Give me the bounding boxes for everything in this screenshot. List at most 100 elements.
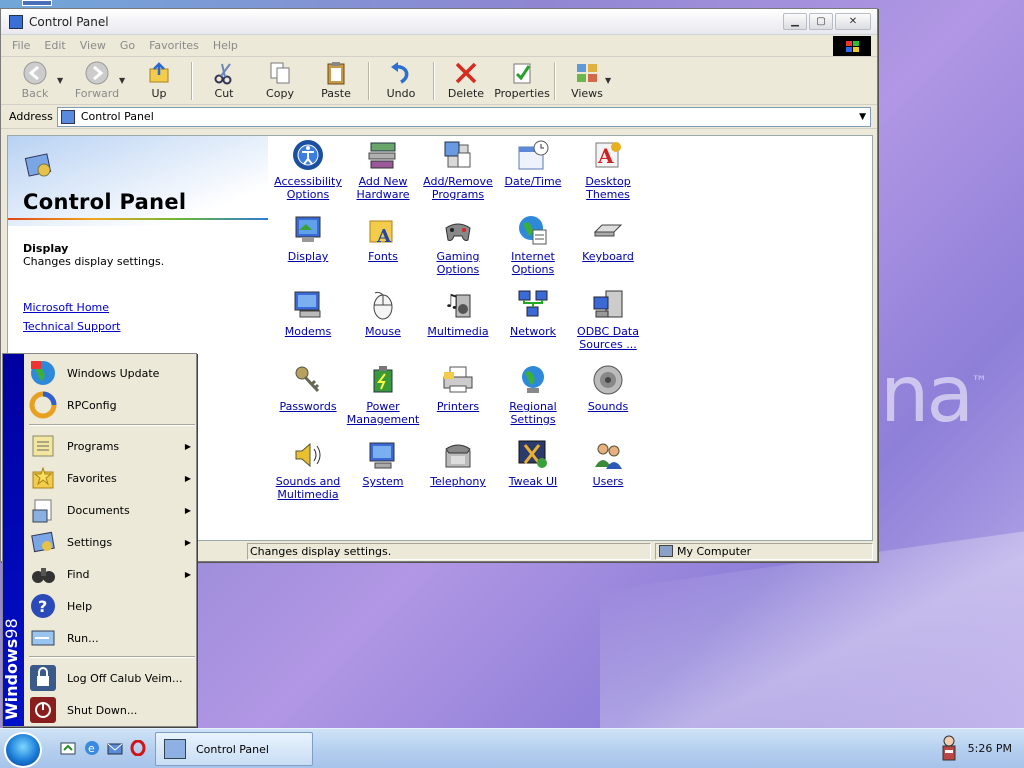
control-panel-item[interactable]: Add/Remove Programs (420, 138, 496, 201)
tray-app-icon[interactable] (938, 733, 960, 765)
svg-text:e: e (88, 742, 95, 755)
submenu-arrow-icon: ▶ (184, 569, 191, 579)
control-panel-item[interactable]: Display (270, 213, 346, 263)
up-button[interactable]: Up (131, 59, 187, 103)
start-menu-item[interactable]: Favorites ▶ (25, 463, 195, 493)
svg-text:?: ? (38, 597, 47, 616)
control-panel-item[interactable]: Internet Options (495, 213, 571, 276)
copy-button[interactable]: Copy (252, 59, 308, 103)
submenu-arrow-icon: ▶ (184, 505, 191, 515)
control-panel-item[interactable]: Modems (270, 288, 346, 338)
control-panel-item[interactable]: Sounds (570, 363, 646, 413)
control-panel-item[interactable]: Regional Settings (495, 363, 571, 426)
start-menu-item[interactable]: Programs ▶ (25, 431, 195, 461)
modem-icon (291, 288, 325, 322)
desktop-icon[interactable] (22, 0, 52, 6)
start-menu-item[interactable]: Windows Update (25, 358, 195, 388)
start-menu-item[interactable]: RPConfig (25, 390, 195, 420)
control-panel-item[interactable]: Power Management (345, 363, 421, 426)
start-menu-item[interactable]: Shut Down... (25, 695, 195, 725)
forward-dropdown-icon[interactable]: ▼ (119, 76, 129, 85)
address-input[interactable]: Control Panel ▼ (56, 106, 871, 127)
control-panel-item[interactable]: Mouse (345, 288, 421, 338)
taskbar-control-panel-button[interactable]: Control Panel (155, 732, 313, 766)
control-panel-item-label: Modems (284, 325, 332, 338)
opera-icon[interactable] (130, 739, 146, 757)
selected-item-description: Changes display settings. (23, 255, 165, 268)
control-panel-item-label: Date/Time (504, 175, 562, 188)
control-panel-item[interactable]: Accessibility Options (270, 138, 346, 201)
forward-button[interactable]: Forward (69, 59, 125, 103)
control-panel-item-label: Telephony (430, 475, 486, 488)
minimize-button[interactable]: ▁ (783, 13, 807, 30)
control-panel-item[interactable]: Users (570, 438, 646, 488)
delete-button[interactable]: Delete (438, 59, 494, 103)
start-button[interactable] (4, 732, 42, 768)
back-dropdown-icon[interactable]: ▼ (57, 76, 67, 85)
settings-icon (28, 528, 58, 556)
close-button[interactable]: ✕ (835, 13, 871, 30)
control-panel-item[interactable]: System (345, 438, 421, 488)
control-panel-item[interactable]: Date/Time (495, 138, 571, 188)
control-panel-item[interactable]: Add New Hardware (345, 138, 421, 201)
outlook-express-icon[interactable] (107, 740, 123, 756)
control-panel-item[interactable]: Sounds and Multimedia (270, 438, 346, 501)
start-menu-item[interactable]: ? Help (25, 591, 195, 621)
control-panel-item-label: Display (287, 250, 329, 263)
control-panel-item[interactable]: A Desktop Themes (570, 138, 646, 201)
svg-text:♫: ♫ (444, 291, 460, 312)
back-button[interactable]: Back (7, 59, 63, 103)
undo-button[interactable]: Undo (373, 59, 429, 103)
cut-button[interactable]: Cut (196, 59, 252, 103)
maximize-button[interactable]: ▢ (809, 13, 833, 30)
control-panel-item[interactable]: Keyboard (570, 213, 646, 263)
calendar-icon (516, 138, 550, 172)
control-panel-item[interactable]: ♫ Multimedia (420, 288, 496, 338)
svg-text:A: A (376, 226, 392, 246)
control-panel-item[interactable]: Network (495, 288, 571, 338)
paste-button[interactable]: Paste (308, 59, 364, 103)
system-clock[interactable]: 5:26 PM (968, 742, 1012, 755)
start-menu-item[interactable]: Run... (25, 623, 195, 653)
start-menu-banner: Windows98 (2, 354, 24, 726)
clipboard-icon (323, 61, 349, 85)
technical-support-link[interactable]: Technical Support (23, 320, 121, 333)
control-panel-item[interactable]: Gaming Options (420, 213, 496, 276)
internet-explorer-icon[interactable]: e (84, 740, 100, 756)
menu-file[interactable]: File (5, 39, 37, 52)
control-panel-item[interactable]: Tweak UI (495, 438, 571, 488)
toolbar-separator (554, 61, 555, 100)
views-dropdown-icon[interactable]: ▼ (605, 76, 615, 85)
toolbar-separator (433, 61, 434, 100)
delete-x-icon (453, 61, 479, 85)
up-folder-icon (146, 61, 172, 85)
properties-button[interactable]: Properties (494, 59, 550, 103)
menu-bar: File Edit View Go Favorites Help (1, 35, 877, 57)
control-panel-item[interactable]: Passwords (270, 363, 346, 413)
favorites-icon (28, 464, 58, 492)
start-menu-item[interactable]: Documents ▶ (25, 495, 195, 525)
control-panel-item[interactable]: Printers (420, 363, 496, 413)
address-dropdown-icon[interactable]: ▼ (859, 112, 866, 122)
start-menu-item[interactable]: Settings ▶ (25, 527, 195, 557)
start-menu-item[interactable]: Log Off Calub Veim... (25, 663, 195, 693)
show-desktop-icon[interactable] (60, 740, 76, 756)
start-menu-item-label: Shut Down... (67, 703, 138, 717)
microsoft-home-link[interactable]: Microsoft Home (23, 301, 109, 314)
title-bar[interactable]: Control Panel ▁ ▢ ✕ (1, 9, 877, 35)
globe-icon (516, 213, 550, 247)
speaker-icon (591, 363, 625, 397)
hardware-icon (366, 138, 400, 172)
menu-go[interactable]: Go (113, 39, 142, 52)
menu-help[interactable]: Help (206, 39, 245, 52)
menu-edit[interactable]: Edit (37, 39, 72, 52)
menu-view[interactable]: View (73, 39, 113, 52)
control-panel-item[interactable]: A Fonts (345, 213, 421, 263)
status-location: My Computer (655, 542, 873, 560)
toolbar-separator (191, 61, 192, 100)
control-panel-item[interactable]: Telephony (420, 438, 496, 488)
control-panel-item[interactable]: ODBC Data Sources ... (570, 288, 646, 351)
control-panel-item-label: Desktop Themes (585, 175, 631, 201)
menu-favorites[interactable]: Favorites (142, 39, 206, 52)
start-menu-item[interactable]: Find ▶ (25, 559, 195, 589)
